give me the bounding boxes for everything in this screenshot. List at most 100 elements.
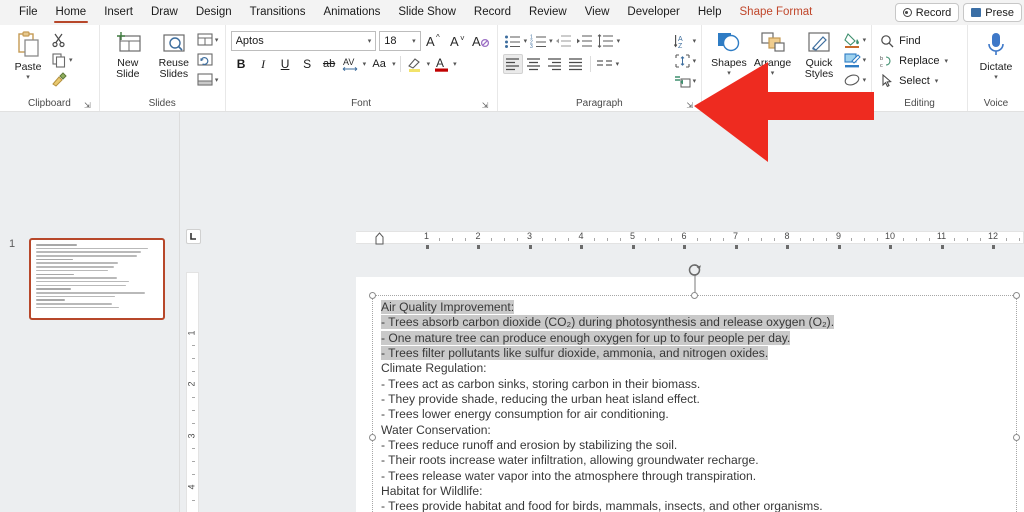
- increase-indent-button[interactable]: [575, 31, 595, 51]
- rotation-handle[interactable]: [687, 262, 702, 277]
- line-spacing-chevron-down-icon[interactable]: ▾: [617, 37, 621, 45]
- line-spacing-button[interactable]: [596, 31, 616, 51]
- dictate-chevron-down-icon[interactable]: ▾: [994, 73, 998, 81]
- tab-review[interactable]: Review: [520, 0, 576, 25]
- vertical-ruler[interactable]: 123456: [186, 272, 199, 512]
- tab-stop-marker[interactable]: [425, 245, 429, 249]
- tab-stop-marker[interactable]: [477, 245, 480, 249]
- tab-stop-marker[interactable]: [940, 245, 944, 249]
- resize-handle-top-right[interactable]: [1013, 292, 1020, 299]
- new-slide-button[interactable]: New Slide: [105, 28, 151, 80]
- tab-file[interactable]: File: [10, 0, 47, 25]
- paragraph-dialog-launcher[interactable]: ⇲: [685, 101, 694, 110]
- tab-stop-marker[interactable]: [631, 245, 635, 249]
- textbox-line[interactable]: Climate Regulation:: [381, 361, 1012, 376]
- change-case-chevron-down-icon[interactable]: ▾: [392, 60, 396, 68]
- textbox-line[interactable]: - One mature tree can produce enough oxy…: [381, 330, 1012, 346]
- text-direction-button[interactable]: AZ ▾: [673, 31, 697, 50]
- copy-chevron-down-icon[interactable]: ▾: [69, 56, 73, 64]
- textbox-line[interactable]: - Trees act as carbon sinks, storing car…: [381, 377, 1012, 392]
- font-name-input[interactable]: Aptos ▾: [230, 31, 377, 51]
- highlight-chevron-down-icon[interactable]: ▾: [427, 60, 431, 68]
- tab-stop-marker[interactable]: [837, 245, 841, 249]
- paste-button[interactable]: Paste ▾: [5, 28, 51, 81]
- resize-handle-top-left[interactable]: [369, 292, 376, 299]
- replace-button[interactable]: bc Replace ▾: [877, 51, 962, 71]
- textbox-line[interactable]: - Trees provide habitat and food for bir…: [381, 499, 1012, 512]
- tab-developer[interactable]: Developer: [618, 0, 688, 25]
- tab-animations[interactable]: Animations: [314, 0, 389, 25]
- textbox-line[interactable]: Water Conservation:: [381, 423, 1012, 438]
- resize-handle-middle-right[interactable]: [1013, 434, 1020, 441]
- shape-fill-chevron-down-icon[interactable]: ▾: [863, 36, 867, 44]
- tab-draw[interactable]: Draw: [142, 0, 187, 25]
- align-right-button[interactable]: [545, 54, 565, 74]
- textbox-line[interactable]: - Trees absorb carbon dioxide (CO₂) duri…: [381, 315, 1012, 330]
- bullets-button[interactable]: [503, 31, 523, 51]
- replace-chevron-down-icon[interactable]: ▾: [945, 57, 949, 65]
- tab-record[interactable]: Record: [465, 0, 520, 25]
- indent-marker[interactable]: [375, 232, 384, 245]
- clipboard-dialog-launcher[interactable]: ⇲: [83, 101, 92, 110]
- reset-button[interactable]: [197, 50, 219, 69]
- tab-stop-marker[interactable]: [734, 245, 738, 249]
- clear-formatting-button[interactable]: A: [471, 31, 492, 51]
- font-size-chevron-down-icon[interactable]: ▾: [412, 37, 416, 45]
- numbering-button[interactable]: 123: [528, 31, 548, 51]
- font-size-input[interactable]: 18 ▾: [379, 31, 421, 51]
- layout-button[interactable]: ▾: [197, 30, 219, 49]
- textbox-line[interactable]: - Trees filter pollutants like sulfur di…: [381, 346, 1012, 361]
- font-color-chevron-down-icon[interactable]: ▾: [453, 60, 457, 68]
- numbering-chevron-down-icon[interactable]: ▾: [549, 37, 553, 45]
- select-chevron-down-icon[interactable]: ▾: [935, 77, 939, 85]
- tab-shape-format[interactable]: Shape Format: [731, 0, 822, 25]
- tab-transitions[interactable]: Transitions: [241, 0, 315, 25]
- tab-view[interactable]: View: [576, 0, 619, 25]
- font-dialog-launcher[interactable]: ⇲: [481, 101, 490, 110]
- section-chevron-down-icon[interactable]: ▾: [215, 76, 219, 84]
- tab-insert[interactable]: Insert: [95, 0, 142, 25]
- horizontal-tab-stops[interactable]: [356, 245, 1024, 251]
- shrink-font-button[interactable]: A ˅: [447, 31, 468, 51]
- italic-button[interactable]: I: [253, 54, 274, 74]
- copy-button[interactable]: ▾: [51, 50, 73, 69]
- tab-stop-marker[interactable]: [889, 245, 892, 249]
- textbox-line[interactable]: - Trees lower energy consumption for air…: [381, 407, 1012, 422]
- decrease-indent-button[interactable]: [554, 31, 574, 51]
- horizontal-ruler[interactable]: 1 2 3 4 5 6 7 8 9 10 11 12: [356, 231, 1024, 244]
- content-textbox[interactable]: Air Quality Improvement: - Trees absorb …: [369, 264, 1020, 512]
- resize-handle-top-center[interactable]: [691, 292, 698, 299]
- paste-chevron-down-icon[interactable]: ▾: [26, 73, 30, 81]
- slide-thumbnail-1[interactable]: [29, 238, 165, 320]
- tab-home[interactable]: Home: [47, 0, 96, 25]
- columns-chevron-down-icon[interactable]: ▾: [616, 60, 620, 68]
- text-direction-chevron-down-icon[interactable]: ▾: [693, 37, 697, 45]
- character-spacing-button[interactable]: AV: [341, 54, 362, 74]
- justify-button[interactable]: [566, 54, 586, 74]
- text-shadow-button[interactable]: S: [297, 54, 318, 74]
- section-button[interactable]: ▾: [197, 70, 219, 89]
- record-button[interactable]: Record: [894, 3, 960, 22]
- reuse-slides-button[interactable]: Reuse Slides: [151, 28, 197, 80]
- textbox-line[interactable]: Habitat for Wildlife:: [381, 484, 1012, 499]
- align-center-button[interactable]: [524, 54, 544, 74]
- format-painter-button[interactable]: [51, 70, 73, 89]
- tab-stop-marker[interactable]: [580, 245, 583, 249]
- shape-fill-button[interactable]: ▾: [843, 30, 867, 49]
- bullets-chevron-down-icon[interactable]: ▾: [524, 37, 528, 45]
- align-left-button[interactable]: [502, 54, 523, 74]
- align-text-button[interactable]: ▾: [674, 51, 696, 70]
- textbox-text-content[interactable]: Air Quality Improvement: - Trees absorb …: [381, 300, 1012, 512]
- textbox-line[interactable]: - Trees reduce runoff and erosion by sta…: [381, 438, 1012, 453]
- columns-button[interactable]: [595, 54, 615, 74]
- bold-button[interactable]: B: [231, 54, 252, 74]
- layout-chevron-down-icon[interactable]: ▾: [215, 36, 219, 44]
- cut-button[interactable]: [51, 30, 73, 49]
- textbox-line[interactable]: - Trees release water vapor into the atm…: [381, 469, 1012, 484]
- tab-stop-marker[interactable]: [528, 245, 532, 249]
- tab-stop-marker[interactable]: [683, 245, 686, 249]
- grow-font-button[interactable]: A ^: [424, 31, 445, 51]
- text-highlight-button[interactable]: [405, 54, 426, 74]
- resize-handle-middle-left[interactable]: [369, 434, 376, 441]
- strikethrough-button[interactable]: ab: [319, 54, 340, 74]
